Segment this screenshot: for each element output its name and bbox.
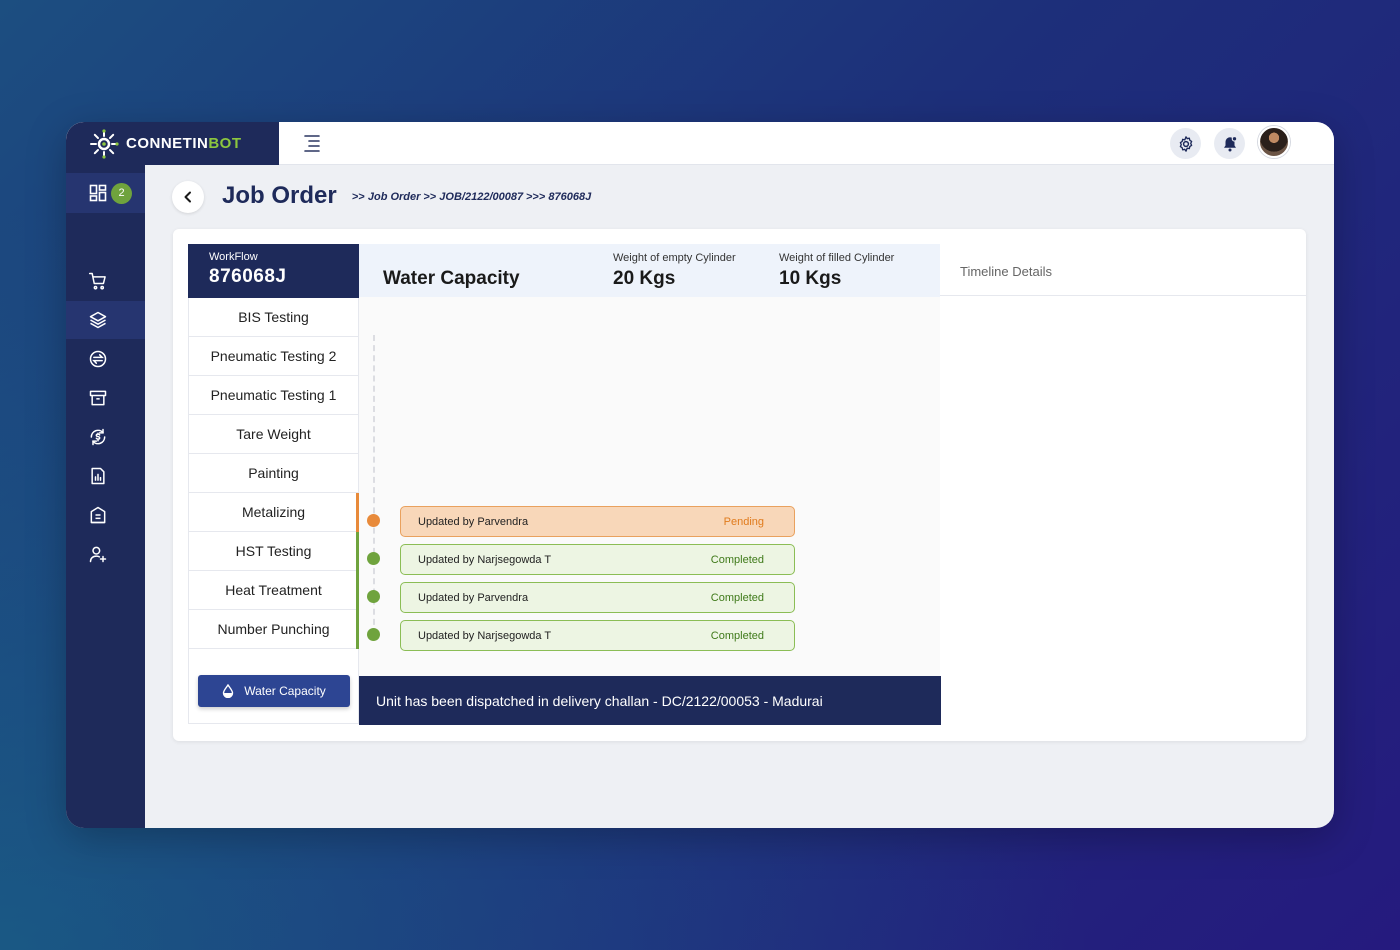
- empty-weight-label: Weight of empty Cylinder: [613, 252, 736, 264]
- workflow-id: 876068J: [209, 266, 287, 287]
- workflow-footer: Water Capacity: [188, 649, 359, 724]
- brand-name: CONNETINBOT: [126, 135, 242, 152]
- workflow-step-painting[interactable]: Painting: [188, 454, 359, 493]
- app-window: CONNETINBOT 2 Job Order >> Job Order >> …: [66, 122, 1334, 828]
- timeline-details-title: Timeline Details: [960, 264, 1052, 279]
- breadcrumb-job-order[interactable]: Job Order: [368, 191, 421, 203]
- dispatch-banner: Unit has been dispatched in delivery cha…: [359, 676, 941, 725]
- breadcrumb-separator: >>>: [526, 191, 546, 203]
- log-entry[interactable]: Updated by Parvendra Pending: [400, 506, 795, 537]
- log-entry-status: Completed: [710, 553, 764, 566]
- log-entry-status: Completed: [710, 591, 764, 604]
- notifications-button[interactable]: [1214, 128, 1245, 159]
- workflow-label: WorkFlow: [209, 251, 258, 263]
- chevron-left-icon: [184, 191, 191, 203]
- workflow-step-pneumatic-testing-2[interactable]: Pneumatic Testing 2: [188, 337, 359, 376]
- sidebar-item-dashboard[interactable]: 2: [66, 173, 145, 213]
- add-user-icon: [89, 546, 107, 563]
- empty-weight-value: 20 Kgs: [613, 268, 676, 289]
- sidebar-item-exchange[interactable]: [66, 340, 145, 378]
- settings-button[interactable]: [1170, 128, 1201, 159]
- page-title: Job Order: [222, 182, 337, 209]
- status-dot-completed: [367, 590, 380, 603]
- filled-weight-value: 10 Kgs: [779, 268, 842, 289]
- sidebar-item-reports[interactable]: [66, 457, 145, 495]
- menu-toggle-icon[interactable]: [303, 133, 321, 153]
- settings-icon: [1179, 135, 1192, 152]
- sidebar-item-archive[interactable]: [66, 379, 145, 417]
- sidebar: 2: [66, 165, 145, 828]
- workflow-column: WorkFlow 876068J BIS Testing Pneumatic T…: [188, 244, 359, 726]
- dashboard-icon: [89, 184, 107, 202]
- activity-log: Updated by Parvendra Pending Updated by …: [359, 297, 940, 676]
- top-bar: CONNETINBOT: [66, 122, 1334, 165]
- back-button[interactable]: [172, 181, 204, 213]
- layers-icon: [89, 311, 107, 329]
- user-avatar[interactable]: [1258, 126, 1290, 158]
- exchange-icon: [89, 350, 107, 368]
- status-dot-completed: [367, 628, 380, 641]
- notification-bell-icon: [1223, 135, 1237, 151]
- logo-icon: [90, 128, 119, 159]
- brand-name-main: CONNETIN: [126, 135, 209, 152]
- cart-icon: [88, 272, 106, 290]
- detail-header: Water Capacity Weight of empty Cylinder …: [359, 244, 940, 297]
- job-order-card: WorkFlow 876068J BIS Testing Pneumatic T…: [173, 229, 1306, 741]
- sidebar-item-layers[interactable]: [66, 301, 145, 339]
- workflow-step-hst-testing[interactable]: HST Testing: [188, 532, 359, 571]
- sidebar-item-currency[interactable]: [66, 418, 145, 456]
- workflow-step-metalizing[interactable]: Metalizing: [188, 493, 359, 532]
- log-entry-status: Pending: [723, 515, 764, 528]
- sidebar-item-building[interactable]: [66, 496, 145, 534]
- water-capacity-button[interactable]: Water Capacity: [198, 675, 350, 707]
- status-dot-completed: [367, 552, 380, 565]
- dashboard-badge: 2: [111, 182, 132, 204]
- breadcrumb-job-number[interactable]: JOB/2122/00087: [439, 191, 523, 203]
- workflow-step-bis-testing[interactable]: BIS Testing: [188, 298, 359, 337]
- log-entry[interactable]: Updated by Parvendra Completed: [400, 582, 795, 613]
- breadcrumb: >> Job Order >> JOB/2122/00087 >>> 876068J: [349, 191, 591, 203]
- log-entry-status: Completed: [710, 629, 764, 642]
- sidebar-item-add-user[interactable]: [66, 535, 145, 573]
- detail-title: Water Capacity: [383, 268, 520, 289]
- detail-panel: Water Capacity Weight of empty Cylinder …: [359, 244, 941, 725]
- workflow-step-pneumatic-testing-1[interactable]: Pneumatic Testing 1: [188, 376, 359, 415]
- breadcrumb-unit-id[interactable]: 876068J: [548, 191, 591, 203]
- water-drop-icon: [223, 684, 234, 698]
- workflow-step-heat-treatment[interactable]: Heat Treatment: [188, 571, 359, 610]
- workflow-step-number-punching[interactable]: Number Punching: [188, 610, 359, 649]
- log-entry[interactable]: Updated by Narjsegowda T Completed: [400, 620, 795, 651]
- timeline-divider: [940, 295, 1306, 296]
- filled-weight-label: Weight of filled Cylinder: [779, 252, 895, 264]
- log-entry-text: Updated by Narjsegowda T: [418, 629, 552, 642]
- building-icon: [90, 506, 106, 524]
- workflow-step-tare-weight[interactable]: Tare Weight: [188, 415, 359, 454]
- water-capacity-button-label: Water Capacity: [244, 684, 326, 698]
- archive-icon: [89, 390, 107, 406]
- log-entry[interactable]: Updated by Narjsegowda T Completed: [400, 544, 795, 575]
- log-entry-text: Updated by Parvendra: [418, 591, 529, 604]
- sidebar-item-cart[interactable]: [66, 262, 145, 300]
- brand[interactable]: CONNETINBOT: [66, 122, 279, 165]
- workflow-header: WorkFlow 876068J: [188, 244, 359, 298]
- brand-name-accent: BOT: [208, 135, 242, 152]
- report-icon: [91, 467, 105, 485]
- breadcrumb-separator: >>: [423, 191, 437, 203]
- breadcrumb-separator: >>: [352, 191, 365, 203]
- log-entry-text: Updated by Narjsegowda T: [418, 553, 552, 566]
- status-dot-pending: [367, 514, 380, 527]
- log-entry-text: Updated by Parvendra: [418, 515, 529, 528]
- currency-cycle-icon: [90, 428, 106, 446]
